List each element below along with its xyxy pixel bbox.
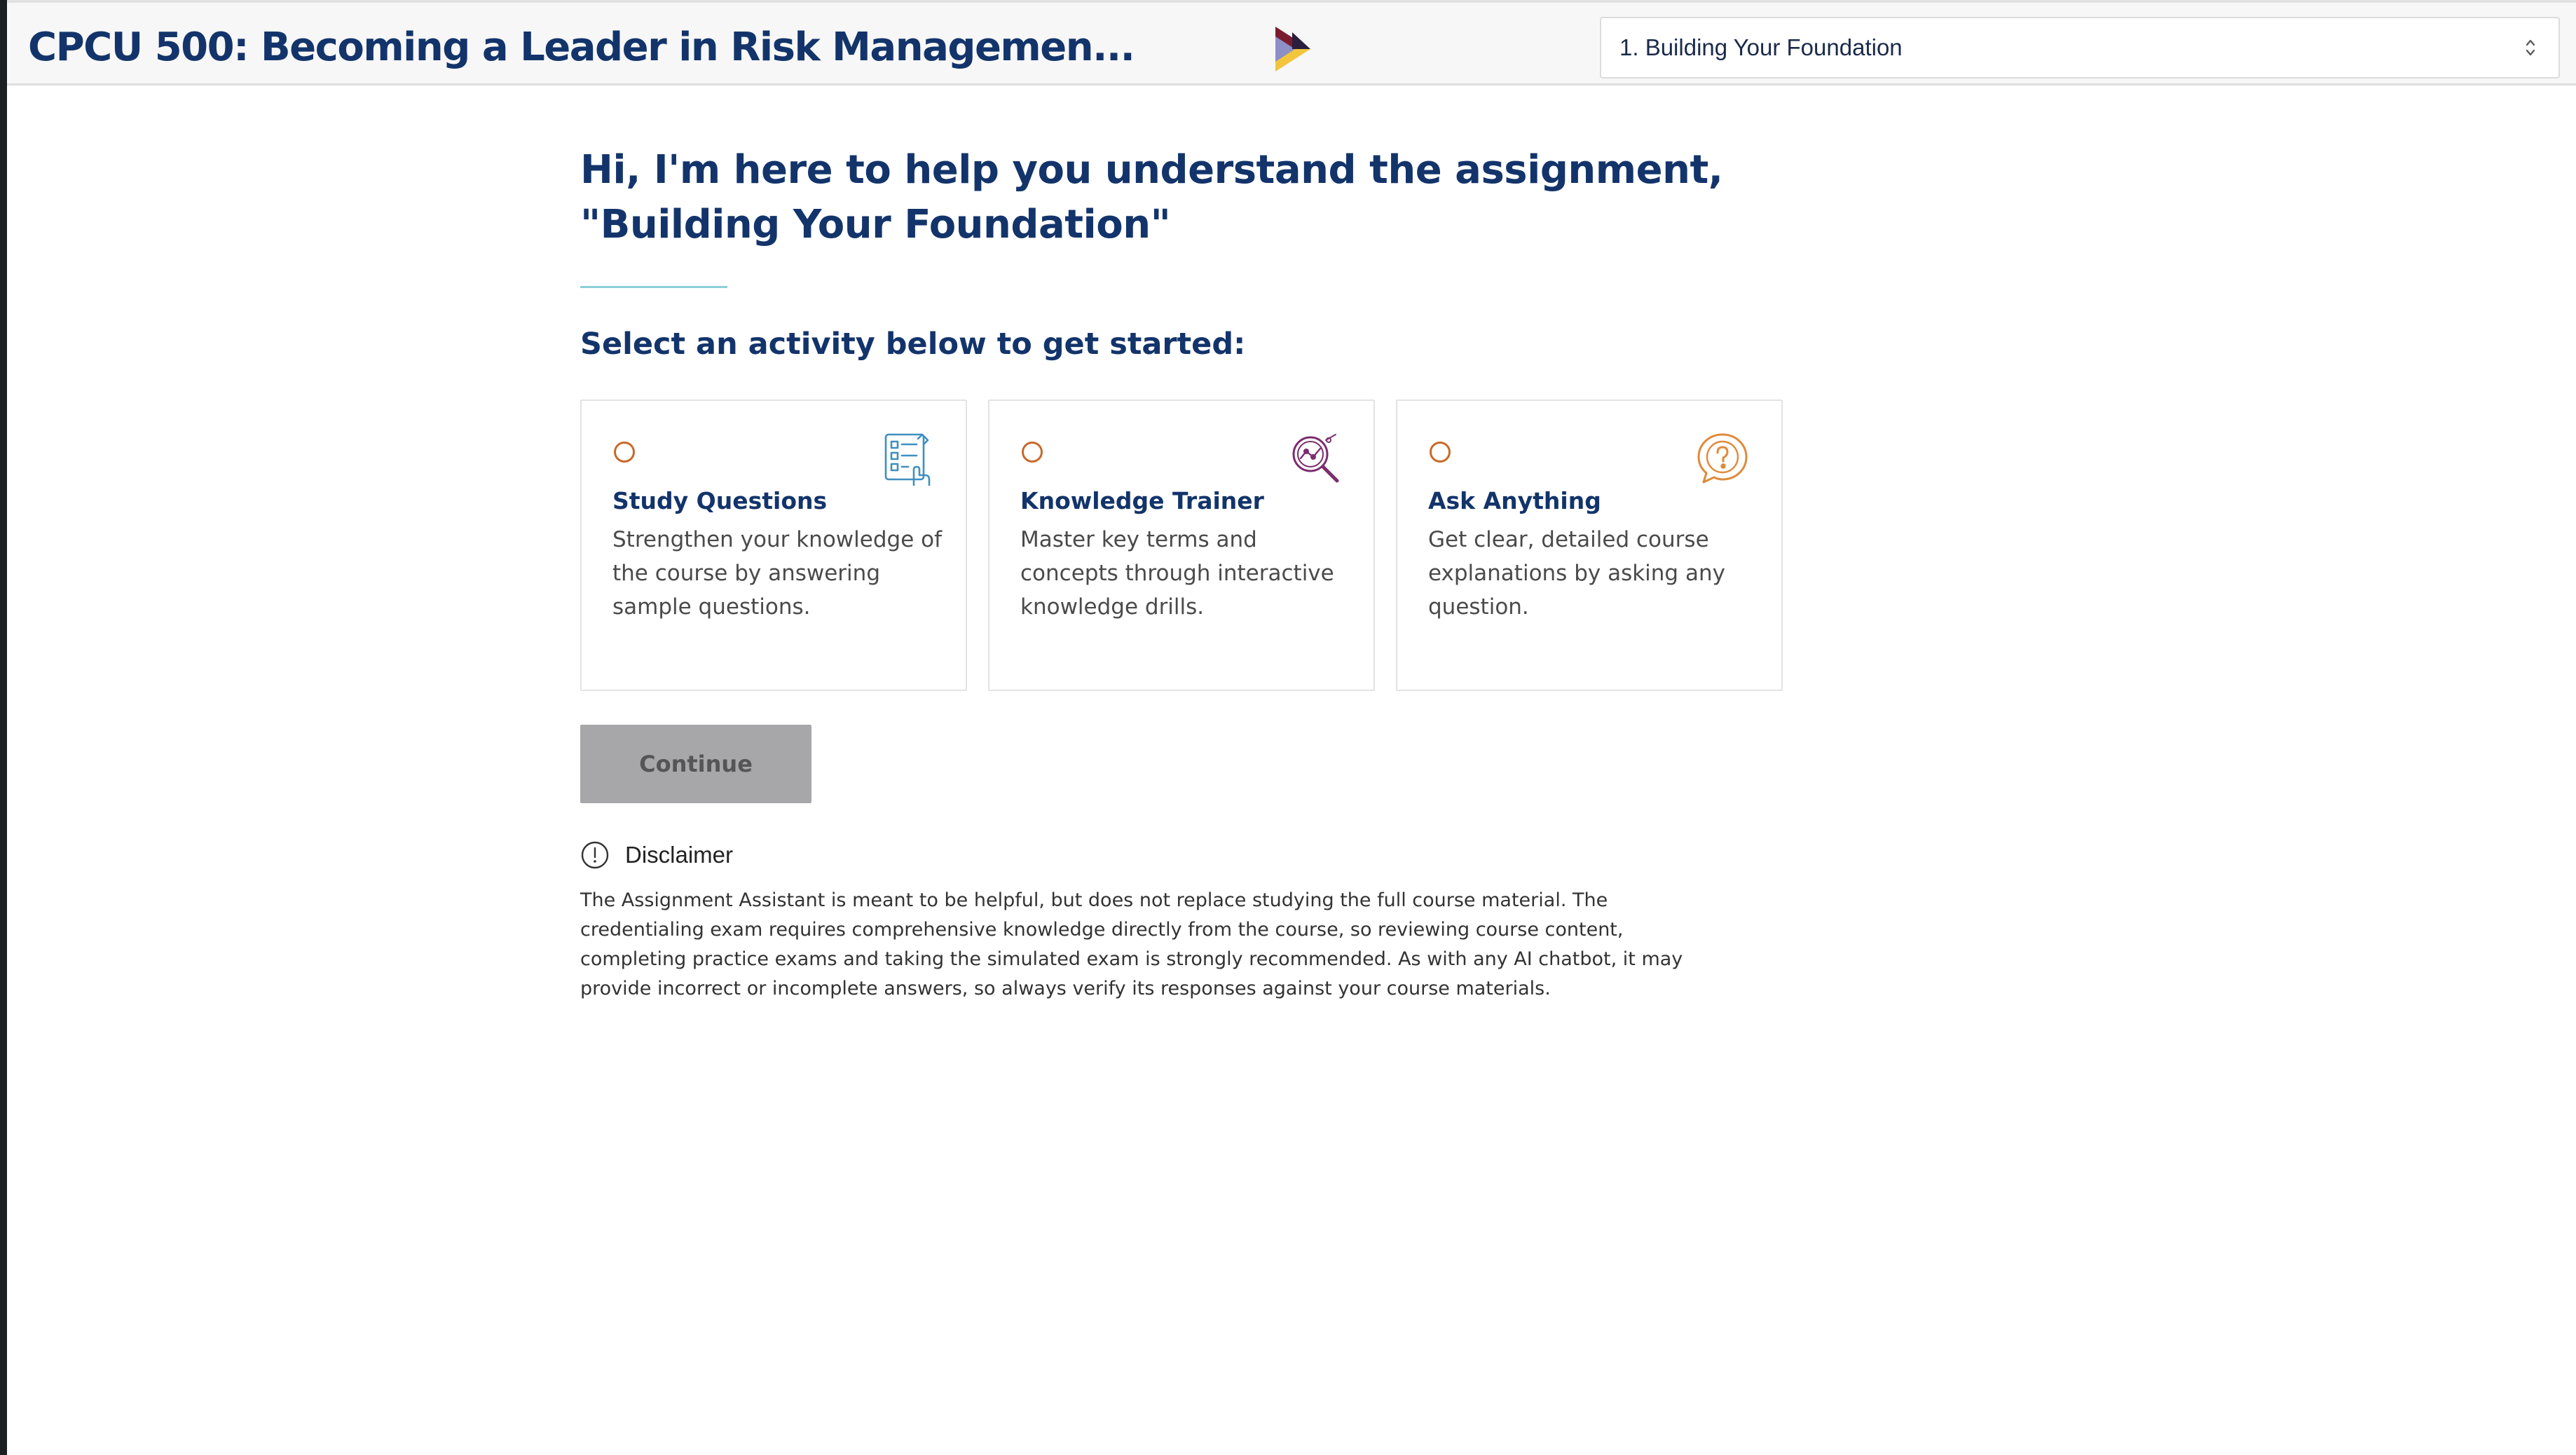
activity-description: Master key terms and concepts through in… (1020, 527, 1334, 620)
radio-ask-anything[interactable] (1430, 442, 1451, 463)
checklist-icon (884, 433, 931, 486)
info-circle-icon (581, 841, 609, 869)
activity-description: Strengthen your knowledge of the course … (612, 527, 942, 620)
app-window: CPCU 500: Becoming a Leader in Risk Mana… (7, 0, 2576, 1455)
chevron-up-down-icon (2526, 39, 2535, 56)
activity-card-ask-anything[interactable]: Ask Anything Get clear, detailed course … (1396, 399, 1783, 691)
greeting-heading: Hi, I'm here to help you understand the … (580, 143, 1786, 252)
radio-knowledge-trainer[interactable] (1022, 442, 1043, 463)
activity-prompt: Select an activity below to get started: (580, 327, 1246, 362)
assignment-select[interactable]: 1. Building Your Foundation (1600, 17, 2560, 78)
activity-card-knowledge-trainer[interactable]: Knowledge Trainer Master key terms and c… (988, 399, 1375, 691)
activity-title: Ask Anything (1428, 487, 1601, 514)
question-bubble-icon (1697, 433, 1748, 484)
activity-title: Study Questions (612, 487, 828, 514)
brand-triangle-logo (1275, 27, 1310, 71)
course-title: CPCU 500: Becoming a Leader in Risk Mana… (28, 25, 1135, 70)
heading-divider (580, 286, 727, 288)
disclaimer-text: The Assignment Assistant is meant to be … (580, 889, 1683, 999)
disclaimer-label: Disclaimer (625, 842, 734, 868)
activity-description: Get clear, detailed course explanations … (1428, 527, 1725, 620)
greeting-line-1: Hi, I'm here to help you understand the … (580, 147, 1723, 193)
continue-button[interactable]: Continue (580, 725, 811, 803)
activity-card-study-questions[interactable]: Study Questions Strengthen your knowledg… (580, 399, 967, 691)
radio-study-questions[interactable] (614, 442, 635, 463)
greeting-line-2: "Building Your Foundation" (580, 202, 1171, 247)
magnifier-graph-icon (1292, 434, 1339, 483)
top-header: CPCU 500: Becoming a Leader in Risk Mana… (7, 0, 2576, 86)
assignment-select-value: 1. Building Your Foundation (1619, 34, 1903, 60)
activity-title: Knowledge Trainer (1020, 487, 1264, 514)
